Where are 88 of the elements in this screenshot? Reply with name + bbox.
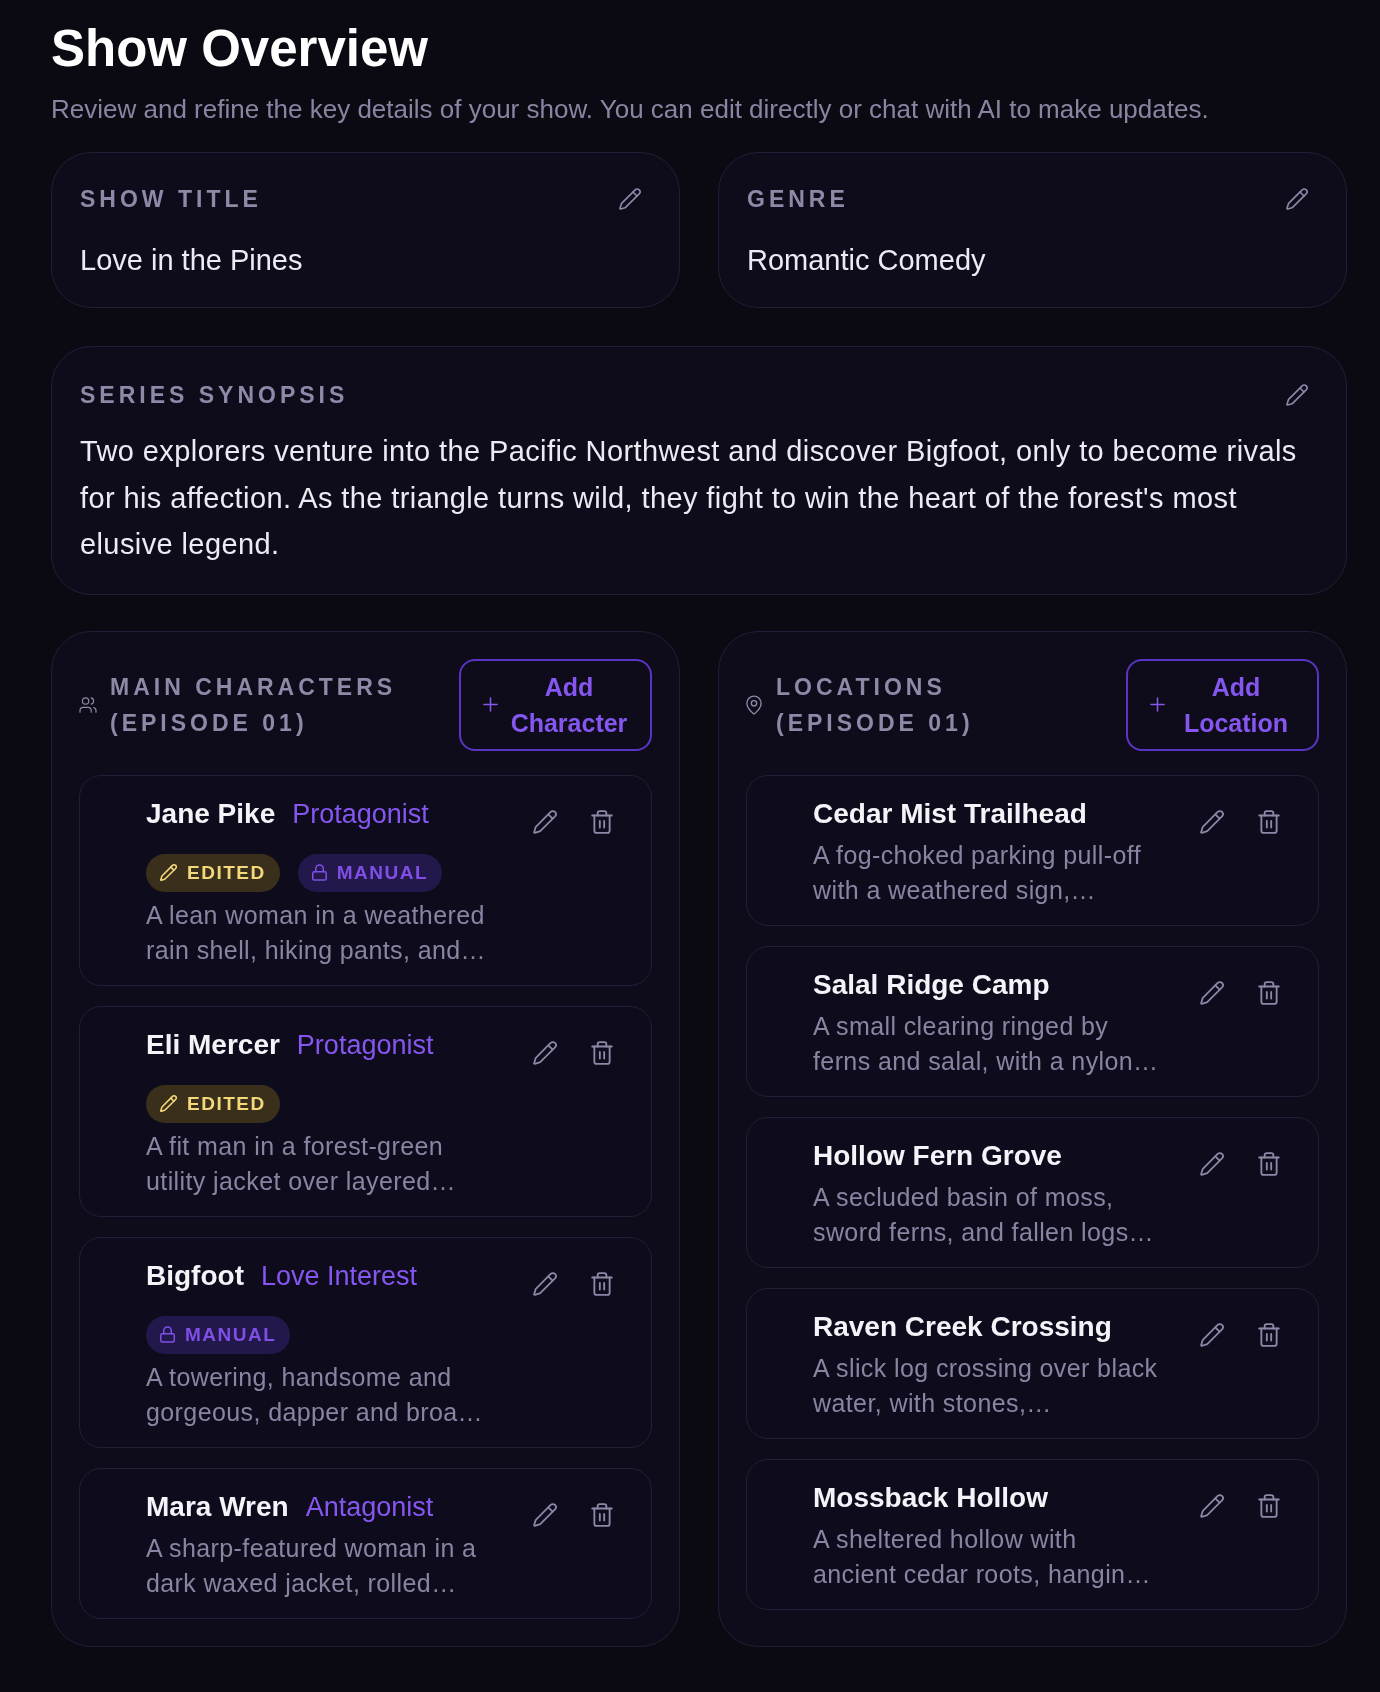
pencil-icon: [160, 1095, 177, 1112]
pencil-icon: [160, 864, 177, 881]
trash-icon: [591, 1271, 613, 1296]
character-name: Mara Wren: [146, 1489, 289, 1524]
character-name: Bigfoot: [146, 1258, 244, 1293]
delete-button[interactable]: [1256, 1492, 1282, 1519]
delete-button[interactable]: [589, 1039, 615, 1066]
trash-icon: [1258, 1151, 1280, 1176]
field-label: SHOW TITLE: [80, 187, 262, 211]
location-name: Hollow Fern Grove: [813, 1138, 1062, 1173]
edit-button[interactable]: [617, 186, 643, 212]
location-name: Salal Ridge Camp: [813, 967, 1050, 1002]
pencil-icon: [1200, 1322, 1224, 1347]
delete-button[interactable]: [1256, 1150, 1282, 1177]
panel-title: LOCATIONS (EPISODE 01): [776, 672, 975, 738]
page-subtitle: Review and refine the key details of your show. You can edit directly or chat with AI to make updates.: [51, 93, 1210, 126]
pencil-icon: [1200, 1151, 1224, 1176]
pencil-icon: [1286, 188, 1308, 210]
add-button[interactable]: Add Character: [459, 658, 652, 751]
role-label: Protagonist: [296, 1028, 434, 1062]
edit-button[interactable]: [1199, 1492, 1225, 1519]
edit-button[interactable]: [1199, 1321, 1225, 1348]
character-description: A towering, handsome and gorgeous, dapper and broa…: [146, 1361, 485, 1428]
page-title: Show Overview: [51, 19, 429, 79]
edit-button[interactable]: [532, 1501, 558, 1528]
character-description: A lean woman in a weathered rain shell, hiking pants, and…: [146, 899, 487, 966]
role-label: Love Interest: [260, 1259, 418, 1293]
trash-icon: [1258, 1493, 1280, 1518]
delete-button[interactable]: [589, 1270, 615, 1297]
edit-button[interactable]: [1284, 186, 1310, 212]
pencil-icon: [533, 1271, 557, 1296]
character-description: A sharp-featured woman in a dark waxed jacket, rolled…: [146, 1532, 478, 1599]
lock-icon: [311, 864, 327, 881]
delete-button[interactable]: [1256, 979, 1282, 1006]
map-pin-icon: [746, 694, 762, 715]
character-description: A fit man in a forest-green utility jacket over layered…: [146, 1130, 457, 1197]
edit-button[interactable]: [1199, 808, 1225, 835]
synopsis-text: Two explorers venture into the Pacific Northwest and discover Bigfoot, only to become rivals for his affection. As the triangle turns wild, they fight to win the heart of the forest's most elusive legend.: [80, 434, 1298, 562]
field-label: GENRE: [747, 187, 849, 211]
location-description: A small clearing ringed by ferns and salal, with a nylon…: [813, 1010, 1160, 1077]
role-label: Antagonist: [305, 1490, 434, 1524]
role-label: Protagonist: [292, 797, 429, 831]
trash-icon: [591, 1502, 613, 1527]
field-value: Romantic Comedy: [747, 243, 987, 277]
character-name: Eli Mercer: [146, 1027, 280, 1062]
pencil-icon: [533, 809, 557, 834]
trash-icon: [591, 809, 613, 834]
character-name: Jane Pike: [146, 796, 276, 831]
panel-title: MAIN CHARACTERS (EPISODE 01): [110, 672, 398, 738]
pencil-icon: [533, 1040, 557, 1065]
plus-icon: [1150, 697, 1165, 712]
delete-button[interactable]: [1256, 808, 1282, 835]
trash-icon: [1258, 980, 1280, 1005]
trash-icon: [591, 1040, 613, 1065]
delete-button[interactable]: [1256, 1321, 1282, 1348]
delete-button[interactable]: [589, 1501, 615, 1528]
edit-button[interactable]: [532, 1039, 558, 1066]
badge-label: MANUAL: [185, 1322, 277, 1347]
edit-button[interactable]: [1284, 382, 1310, 408]
location-name: Mossback Hollow: [813, 1480, 1048, 1515]
badge-label: MANUAL: [336, 860, 428, 885]
pencil-icon: [533, 1502, 557, 1527]
plus-icon: [483, 697, 498, 712]
location-description: A fog-choked parking pull-off with a weathered sign,…: [813, 839, 1142, 906]
edit-button[interactable]: [532, 808, 558, 835]
trash-icon: [1258, 809, 1280, 834]
pencil-icon: [619, 188, 641, 210]
edit-button[interactable]: [1199, 979, 1225, 1006]
people-icon: [79, 696, 97, 713]
lock-icon: [160, 1326, 175, 1343]
location-name: Cedar Mist Trailhead: [813, 796, 1087, 831]
location-description: A slick log crossing over black water, with stones,…: [813, 1352, 1159, 1419]
edit-button[interactable]: [532, 1270, 558, 1297]
pencil-icon: [1200, 1493, 1224, 1518]
pencil-icon: [1200, 809, 1224, 834]
pencil-icon: [1200, 980, 1224, 1005]
badge-label: EDITED: [187, 860, 266, 885]
badge-label: EDITED: [187, 1091, 266, 1116]
delete-button[interactable]: [589, 808, 615, 835]
location-name: Raven Creek Crossing: [813, 1309, 1112, 1344]
field-value: Love in the Pines: [80, 243, 304, 277]
synopsis-label: SERIES SYNOPSIS: [80, 383, 349, 407]
pencil-icon: [1286, 384, 1308, 406]
edit-button[interactable]: [1199, 1150, 1225, 1177]
location-description: A secluded basin of moss, sword ferns, and fallen logs…: [813, 1181, 1155, 1248]
add-button[interactable]: Add Location: [1126, 658, 1319, 751]
trash-icon: [1258, 1322, 1280, 1347]
location-description: A sheltered hollow with ancient cedar roots, hangin…: [813, 1523, 1152, 1590]
